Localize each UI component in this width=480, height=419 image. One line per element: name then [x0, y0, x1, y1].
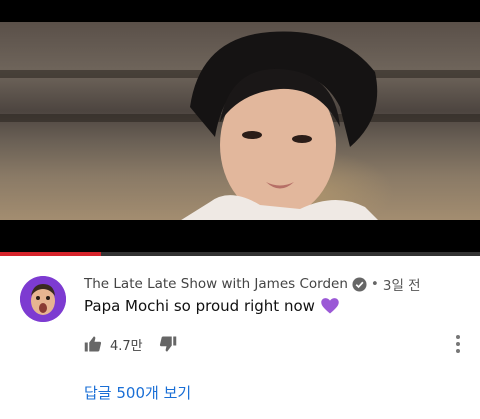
- more-options-button[interactable]: [450, 334, 466, 354]
- comment-actions: 4.7만: [84, 334, 177, 354]
- thumbs-down-icon[interactable]: [159, 335, 177, 353]
- view-replies-link[interactable]: 답글 500개 보기: [84, 382, 191, 403]
- comment-header: The Late Late Show with James Corden • 3…: [84, 274, 421, 294]
- comment-text: Papa Mochi so proud right now: [84, 297, 315, 315]
- comment-time: 3일 전: [382, 278, 421, 294]
- menu-dot: [456, 342, 460, 346]
- avatar-face-icon: [20, 276, 66, 322]
- author-name[interactable]: The Late Late Show with James Corden: [84, 276, 348, 292]
- person-image: [181, 31, 378, 220]
- like-count: 4.7만: [110, 338, 143, 354]
- comment-thread: The Late Late Show with James Corden • 3…: [0, 256, 480, 419]
- menu-dot: [456, 335, 460, 339]
- video-player[interactable]: [0, 0, 480, 256]
- menu-dot: [456, 349, 460, 353]
- video-frame: [0, 22, 480, 220]
- avatar[interactable]: [20, 276, 66, 322]
- verified-check-icon: [352, 276, 367, 292]
- thumbs-up-icon[interactable]: [84, 335, 102, 353]
- comment-body: Papa Mochi so proud right now: [84, 296, 340, 316]
- purple-heart-icon: [320, 296, 340, 316]
- separator-dot: •: [370, 276, 379, 292]
